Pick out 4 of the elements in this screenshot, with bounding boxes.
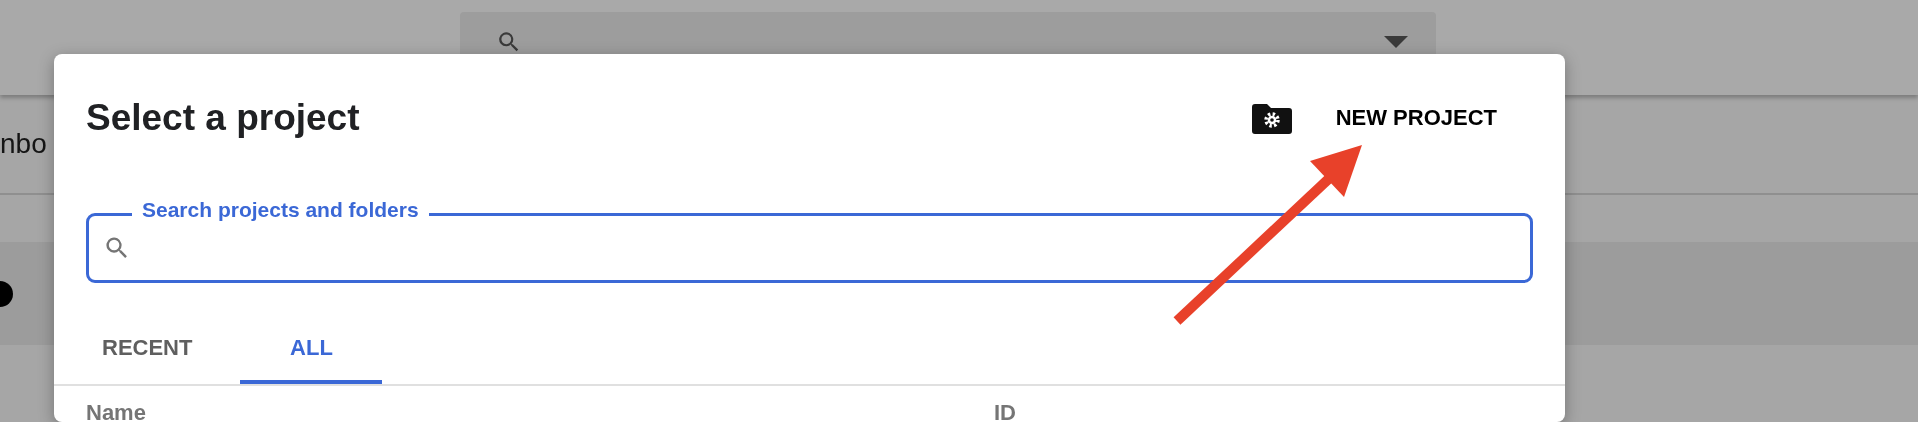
page-title: nbo [0,128,47,160]
column-header: ID [994,400,1016,422]
dialog-title: Select a project [86,97,360,139]
column-header: Name [86,400,147,422]
